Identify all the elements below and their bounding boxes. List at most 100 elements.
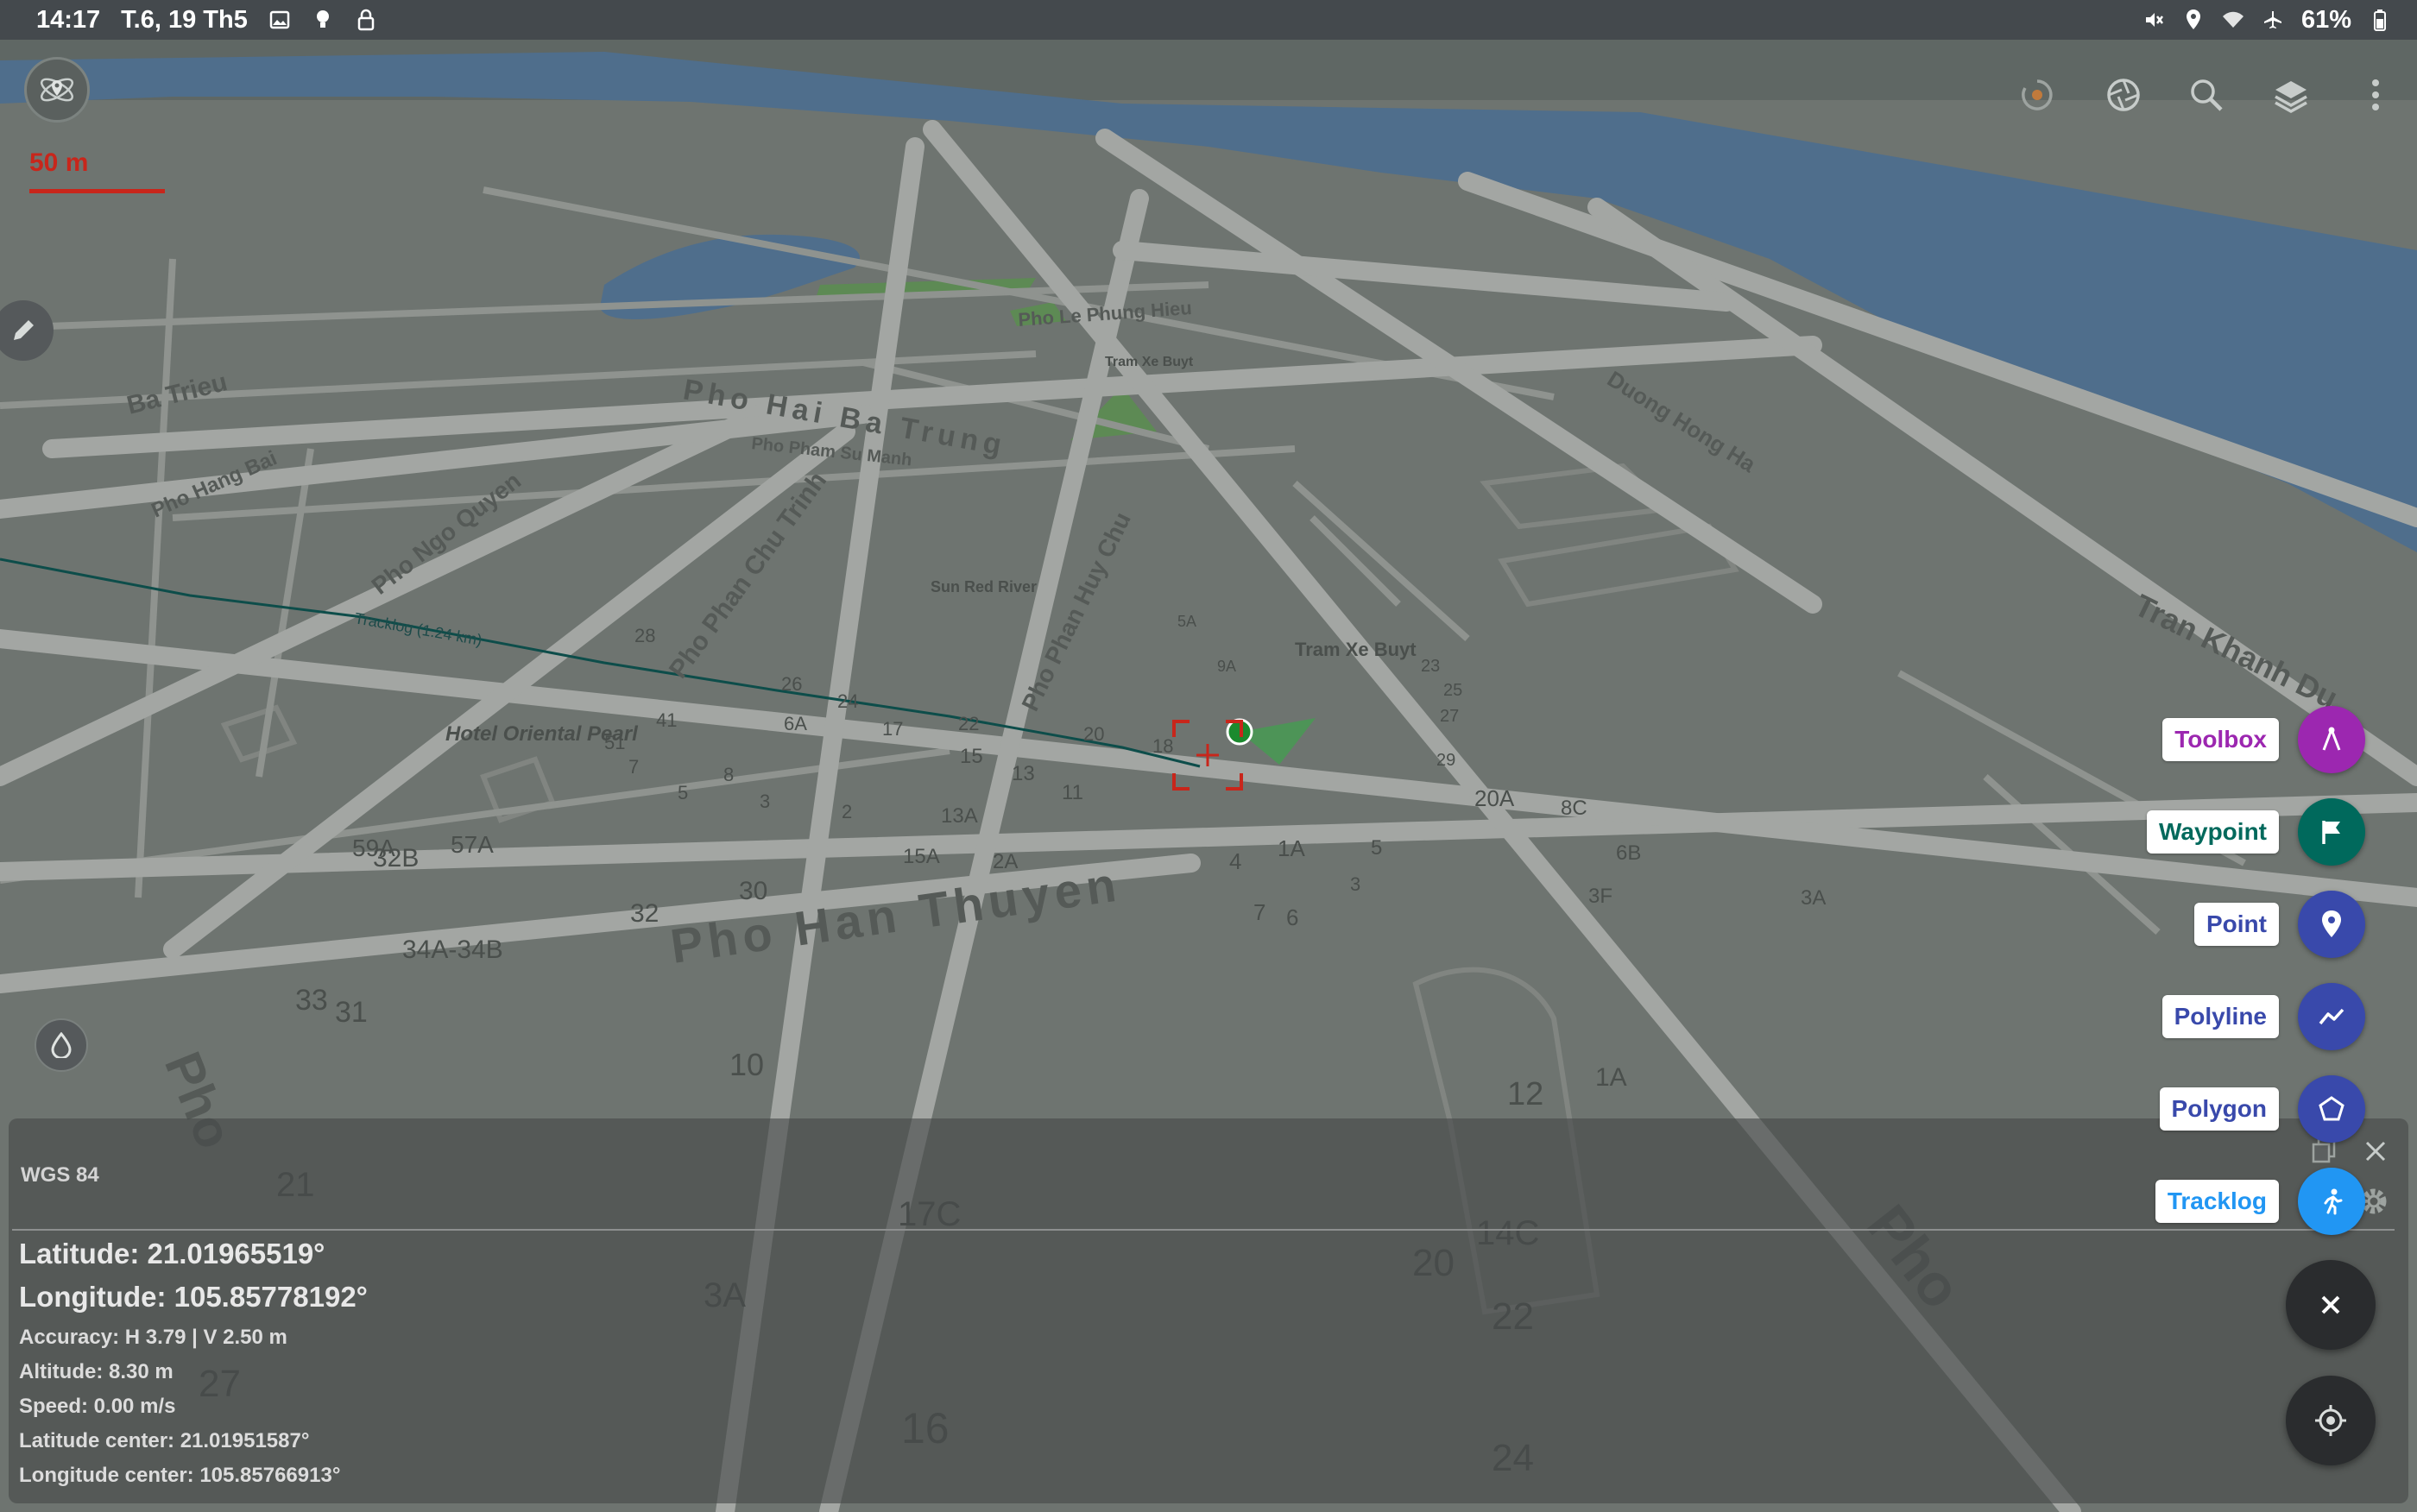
speed-dial-toolbox[interactable]: Toolbox [2162, 705, 2365, 774]
mute-icon [2142, 9, 2165, 31]
house-number: 3F [1588, 885, 1612, 908]
scale-bar [29, 189, 165, 193]
house-number: 15A [903, 845, 940, 868]
coordinate-system-label: WGS 84 [21, 1163, 99, 1187]
house-number: 5A [1177, 613, 1196, 630]
polygon-button[interactable] [2298, 1075, 2365, 1143]
speed-value: Speed: 0.00 m/s [19, 1395, 176, 1418]
waypoint-label[interactable]: Waypoint [2147, 810, 2279, 854]
house-number: 10 [729, 1047, 764, 1082]
house-number: 1A [1278, 835, 1305, 861]
status-date: T.6, 19 Th5 [121, 5, 248, 34]
house-number: 33 [295, 984, 328, 1017]
house-number: 2 [842, 801, 852, 822]
house-number: 20A [1474, 785, 1515, 811]
map-center-crosshair [1172, 720, 1243, 791]
panel-divider [12, 1229, 2395, 1231]
airplane-icon [2262, 9, 2284, 31]
sync-icon [2022, 79, 2053, 110]
location-icon [2182, 9, 2205, 31]
polygon-label[interactable]: Polygon [2159, 1087, 2279, 1131]
house-number: 3A [1801, 886, 1826, 910]
house-number: 5 [678, 782, 688, 803]
status-time: 14:17 [36, 5, 101, 34]
house-number: 20 [1083, 723, 1104, 745]
longitude-value: Longitude: 105.85778192° [19, 1281, 368, 1313]
house-number: 17 [882, 718, 903, 740]
point-label[interactable]: Point [2194, 903, 2279, 946]
toolbox-button[interactable] [2298, 706, 2365, 773]
more-vert-icon [2372, 79, 2379, 110]
house-number: 9A [1217, 658, 1236, 675]
speed-dial-tracklog[interactable]: Tracklog [2155, 1167, 2365, 1236]
place-label: Tram Xe Buyt [1105, 355, 1194, 369]
house-number: 26 [781, 673, 802, 695]
house-number: 28 [634, 625, 655, 646]
altitude-value: Altitude: 8.30 m [19, 1360, 174, 1383]
battery-icon [2369, 9, 2391, 31]
house-number: 24 [837, 690, 858, 712]
toolbox-label[interactable]: Toolbox [2162, 718, 2279, 761]
house-number: 7 [1253, 899, 1265, 925]
more-options-button[interactable] [2350, 69, 2401, 121]
house-number: 23 [1421, 657, 1440, 676]
latitude-center-value: Latitude center: 21.01951587° [19, 1429, 310, 1452]
house-number: 5 [1371, 836, 1382, 860]
house-number: 6A [784, 713, 807, 734]
house-number: 34A-34B [402, 936, 503, 964]
polyline-icon [2319, 1008, 2344, 1025]
house-number: 15 [960, 745, 983, 768]
speed-dial-polygon[interactable]: Polygon [2159, 1074, 2365, 1143]
house-number: 29 [1436, 751, 1455, 770]
aperture-button[interactable] [2098, 69, 2149, 121]
house-number: 13A [941, 804, 978, 828]
house-number: 3 [760, 791, 770, 812]
image-icon [268, 9, 291, 31]
speed-dial-waypoint[interactable]: Waypoint [2147, 797, 2365, 866]
house-number: 11 [1062, 781, 1083, 804]
app-menu-button[interactable] [24, 57, 90, 123]
location-info-panel [9, 1118, 2408, 1503]
search-button[interactable] [2180, 69, 2232, 121]
map-pin-icon [2322, 910, 2341, 937]
pentagon-icon [2319, 1096, 2344, 1121]
house-number: 27 [1440, 707, 1459, 726]
wifi-icon [2222, 9, 2244, 31]
place-label: Sun Red River [931, 578, 1037, 595]
house-number: 1A [1595, 1063, 1627, 1092]
house-number: 57A [451, 831, 494, 858]
lock-icon [355, 9, 377, 31]
compass-icon [2322, 727, 2341, 751]
elevation-button[interactable] [35, 1018, 88, 1072]
my-location-button[interactable] [2286, 1376, 2376, 1465]
polyline-button[interactable] [2298, 983, 2365, 1050]
house-number: 8 [723, 764, 734, 785]
status-bar: 14:17 T.6, 19 Th5 61% [0, 0, 2417, 40]
house-number: 41 [656, 709, 677, 731]
sync-button[interactable] [2011, 69, 2063, 121]
layers-button[interactable] [2265, 69, 2317, 121]
battery-percent: 61% [2300, 5, 2351, 34]
tracklog-button[interactable] [2298, 1168, 2365, 1235]
house-number: 25 [1443, 681, 1462, 700]
scale-label: 50 m [29, 148, 89, 177]
latitude-value: Latitude: 21.01965519° [19, 1238, 325, 1269]
layers-icon [2275, 81, 2307, 114]
house-number: 51 [604, 732, 625, 753]
gps-locate-icon [2315, 1405, 2346, 1436]
house-number: 59A [352, 835, 395, 861]
polyline-label[interactable]: Polyline [2161, 995, 2279, 1038]
flag-icon [2322, 821, 2340, 844]
tracklog-label-button[interactable]: Tracklog [2155, 1180, 2279, 1223]
house-number: 31 [335, 996, 368, 1029]
house-number: 13 [1012, 762, 1035, 785]
close-menu-button[interactable] [2286, 1260, 2376, 1350]
waypoint-button[interactable] [2298, 798, 2365, 866]
point-button[interactable] [2298, 891, 2365, 958]
speed-dial-point[interactable]: Point [2194, 890, 2365, 959]
lightbulb-icon [312, 9, 334, 31]
speed-dial-polyline[interactable]: Polyline [2161, 982, 2365, 1051]
house-number: 22 [958, 713, 979, 734]
search-icon [2191, 79, 2223, 111]
close-icon [2321, 1295, 2340, 1314]
